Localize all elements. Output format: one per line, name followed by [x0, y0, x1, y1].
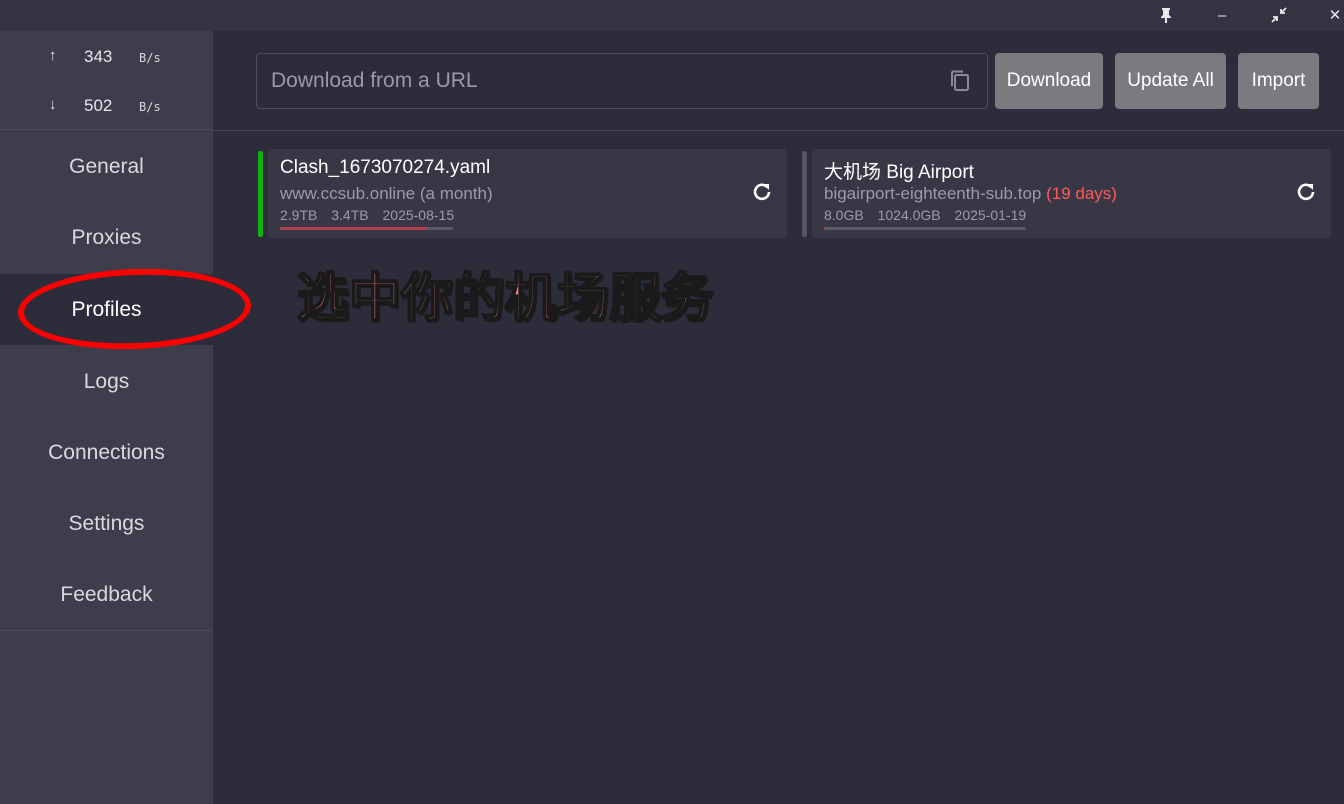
- collapse-arrows-icon[interactable]: [1266, 3, 1292, 27]
- url-input[interactable]: [257, 54, 937, 108]
- profile-title: 大机场 Big Airport: [824, 162, 974, 183]
- profile-title: Clash_1673070274.yaml: [280, 157, 491, 178]
- download-unit: B/s: [139, 100, 161, 114]
- upload-speed: ↑ 343 B/s: [0, 46, 213, 70]
- usage-progress-bar: [824, 227, 1026, 230]
- close-button[interactable]: ✕: [1322, 3, 1344, 27]
- profile-source: www.ccsub.online (a month): [280, 184, 493, 204]
- profile-expiry: (a month): [419, 184, 493, 203]
- profile-expiry: (19 days): [1046, 184, 1117, 203]
- url-field[interactable]: [256, 53, 988, 109]
- sidebar-item-feedback[interactable]: Feedback: [0, 559, 213, 630]
- profile-meta: 8.0GB 1024.0GB 2025-01-19: [824, 207, 1036, 223]
- header-divider: [213, 130, 1344, 131]
- download-button[interactable]: Download: [995, 53, 1103, 109]
- selected-indicator: [258, 151, 263, 237]
- minimize-button[interactable]: –: [1209, 3, 1235, 27]
- upload-arrow-icon: ↑: [49, 47, 57, 64]
- sidebar-item-settings[interactable]: Settings: [0, 488, 213, 559]
- unselected-indicator: [802, 151, 807, 237]
- traffic-panel: ↑ 343 B/s ↓ 502 B/s: [0, 31, 213, 130]
- profile-total: 3.4TB: [331, 207, 369, 223]
- sidebar-item-general[interactable]: General: [0, 131, 213, 202]
- sidebar-item-logs[interactable]: Logs: [0, 346, 213, 417]
- download-speed: ↓ 502 B/s: [0, 95, 213, 119]
- profile-url: www.ccsub.online: [280, 184, 416, 203]
- download-arrow-icon: ↓: [49, 96, 57, 113]
- usage-progress-fill: [824, 227, 826, 230]
- profile-source: bigairport-eighteenth-sub.top (19 days): [824, 184, 1117, 204]
- import-button[interactable]: Import: [1238, 53, 1319, 109]
- profile-used: 8.0GB: [824, 207, 864, 223]
- app-window: – ✕ ↑ 343 B/s ↓ 502 B/s General Proxies …: [0, 0, 1344, 804]
- upload-unit: B/s: [139, 51, 161, 65]
- profile-meta: 2.9TB 3.4TB 2025-08-15: [280, 207, 464, 223]
- minimize-icon: –: [1217, 6, 1227, 24]
- paste-icon[interactable]: [949, 69, 971, 93]
- sidebar-item-proxies[interactable]: Proxies: [0, 202, 213, 273]
- sidebar-divider: [0, 630, 213, 631]
- upload-value: 343: [84, 47, 113, 66]
- refresh-icon[interactable]: [1296, 182, 1316, 202]
- refresh-icon[interactable]: [752, 182, 772, 202]
- profile-date: 2025-01-19: [954, 207, 1027, 223]
- usage-progress-bar: [280, 227, 453, 230]
- annotation-text: 选中你的机场服务: [296, 268, 714, 330]
- profile-used: 2.9TB: [280, 207, 318, 223]
- pin-icon[interactable]: [1153, 3, 1179, 27]
- title-bar: – ✕: [0, 0, 1344, 31]
- profile-card[interactable]: Clash_1673070274.yaml www.ccsub.online (…: [258, 149, 787, 238]
- download-value: 502: [84, 96, 113, 115]
- update-all-button[interactable]: Update All: [1115, 53, 1226, 109]
- profile-card[interactable]: 大机场 Big Airport bigairport-eighteenth-su…: [802, 149, 1331, 238]
- close-icon: ✕: [1328, 7, 1342, 24]
- profile-date: 2025-08-15: [382, 207, 455, 223]
- usage-progress-fill: [280, 227, 428, 230]
- profile-url: bigairport-eighteenth-sub.top: [824, 184, 1042, 203]
- sidebar-item-connections[interactable]: Connections: [0, 417, 213, 488]
- profile-total: 1024.0GB: [877, 207, 941, 223]
- sidebar: ↑ 343 B/s ↓ 502 B/s General Proxies Prof…: [0, 31, 213, 804]
